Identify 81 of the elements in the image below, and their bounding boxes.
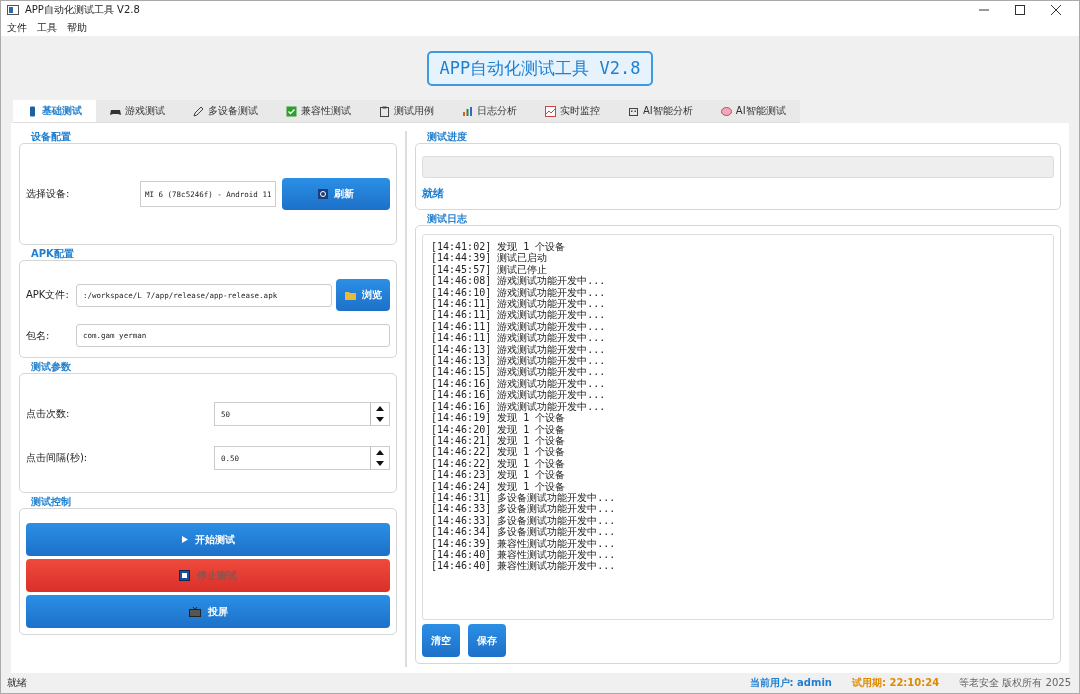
group-title: 设备配置 [31,131,72,143]
tab[interactable]: 日志分析 [448,100,531,123]
folder-icon [344,290,356,300]
log-button[interactable]: 保存 [468,624,506,657]
tv-icon [188,606,201,617]
window-title: APP自动化测试工具 V2.8 [25,3,140,17]
menu-item[interactable]: 帮助 [67,20,87,35]
trial-time: 试用期: 22:10:24 [851,676,940,690]
field-label: 点击次数: [26,407,71,421]
group-title: 测试控制 [31,496,72,508]
log-line: [14:46:10] 游戏测试功能开发中... [431,286,606,298]
stop-icon [179,570,190,581]
tab[interactable]: 游戏测试 [96,100,179,123]
log-line: [14:46:08] 游戏测试功能开发中... [431,275,606,287]
status-text: 就绪 [422,186,445,201]
group-title: 测试参数 [31,361,72,373]
log-line: [14:46:11] 游戏测试功能开发中... [431,309,606,321]
tab[interactable]: 实时监控 [531,100,614,123]
log-line: [14:46:16] 游戏测试功能开发中... [431,400,606,412]
log-line: [14:46:13] 游戏测试功能开发中... [431,355,606,367]
log-line: [14:46:22] 发现 1 个设备 [431,457,566,470]
clipboard-icon [379,105,390,117]
bar-chart-icon [462,105,473,117]
field-label: 选择设备: [26,187,70,201]
brain-icon [720,105,732,117]
log-line: [14:46:16] 游戏测试功能开发中... [431,377,606,390]
log-line: [14:46:11] 游戏测试功能开发中... [431,332,606,344]
log-line: [14:46:31] 多设备测试功能开发中... [431,491,616,504]
tab[interactable]: 测试用例 [365,100,448,123]
tab[interactable]: AI智能测试 [706,100,800,123]
log-line: [14:46:33] 多设备测试功能开发中... [431,514,616,526]
tab[interactable]: 多设备测试 [179,100,272,123]
menu-item[interactable]: 工具 [37,20,57,35]
menu-item[interactable]: 文件 [7,20,27,35]
log-line: [14:46:34] 多设备测试功能开发中... [431,526,616,538]
log-line: [14:46:33] 多设备测试功能开发中... [431,503,616,515]
log-line: [14:46:11] 游戏测试功能开发中... [431,320,606,333]
group-title: 测试进度 [427,131,468,143]
browse-button[interactable]: 浏览 [336,279,390,311]
group-title: 测试日志 [427,213,468,225]
copyright-text: 等老安全 版权所有 2025 [959,676,1071,690]
refresh-icon [318,189,328,199]
tab[interactable]: AI智能分析 [614,100,707,123]
field-label: 点击间隔(秒): [26,451,89,465]
field-label: APK文件: [26,288,70,302]
log-line: [14:46:16] 游戏测试功能开发中... [431,389,606,401]
log-button[interactable]: 清空 [422,624,460,657]
log-line: [14:46:22] 发现 1 个设备 [431,446,566,458]
line-chart-icon [545,105,556,117]
group-title: APK配置 [31,248,75,260]
pencil-icon [193,105,204,117]
maximize-icon[interactable] [1015,5,1025,15]
tab[interactable]: 兼容性测试 [272,100,365,123]
log-line: [14:46:13] 游戏测试功能开发中... [431,343,606,355]
log-line: [14:46:21] 发现 1 个设备 [431,434,566,447]
log-line: [14:46:20] 发现 1 个设备 [431,423,566,435]
log-line: [14:45:57] 测试已停止 [431,263,548,275]
field-label: 包名: [26,328,51,343]
checkbox-icon [286,105,297,117]
tab[interactable]: 基础测试 [13,100,96,123]
log-line: [14:41:02] 发现 1 个设备 [431,241,566,252]
phone-icon [27,105,38,117]
status-message: 就绪 [7,676,27,690]
log-line: [14:46:39] 兼容性测试功能开发中... [431,537,616,549]
robot-icon [628,105,639,117]
app-icon [7,5,19,15]
log-line: [14:46:11] 游戏测试功能开发中... [431,298,606,310]
log-line: [14:46:23] 发现 1 个设备 [431,469,566,481]
screen-button[interactable]: 投屏 [26,595,390,628]
user-label: 当前用户: admin [749,676,832,690]
log-line: [14:46:40] 兼容性测试功能开发中... [431,548,616,561]
log-line: [14:46:19] 发现 1 个设备 [431,412,566,424]
log-line: [14:46:40] 兼容性测试功能开发中... [431,560,616,572]
close-icon[interactable] [1051,5,1061,15]
start-button[interactable]: 开始测试 [26,523,390,556]
log-line: [14:44:39] 测试已启动 [431,252,548,264]
play-icon [181,536,188,543]
log-line: [14:46:15] 游戏测试功能开发中... [431,366,606,378]
log-line: [14:46:24] 发现 1 个设备 [431,480,566,492]
app-title: APP自动化测试工具 V2.8 [426,50,654,86]
refresh-button[interactable]: 刷新 [282,178,390,210]
